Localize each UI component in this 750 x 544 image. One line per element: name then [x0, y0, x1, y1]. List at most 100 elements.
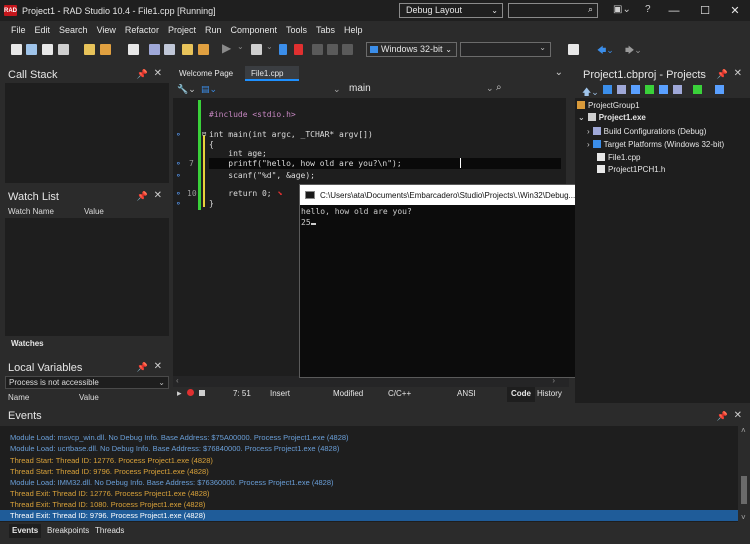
pin-icon[interactable]: 📌 — [717, 411, 728, 422]
call-stack-pane[interactable] — [5, 83, 169, 183]
scroll-down-icon[interactable]: ˅ — [741, 513, 746, 522]
menu-view[interactable]: View — [97, 25, 116, 35]
close-icon[interactable]: ✕ — [154, 190, 162, 201]
watch-value-column[interactable]: Value — [84, 205, 104, 218]
remove-icon[interactable] — [617, 85, 626, 94]
toggle-form-icon[interactable] — [149, 44, 160, 55]
pin-icon[interactable]: 📌 — [137, 191, 148, 202]
build-icon[interactable] — [693, 85, 702, 94]
open-project-icon[interactable] — [84, 44, 95, 55]
chevron-down-icon[interactable]: ⌄ — [486, 83, 494, 94]
pause-icon[interactable] — [279, 44, 287, 55]
view-icon[interactable] — [715, 85, 724, 94]
tab-history[interactable]: History — [537, 389, 562, 398]
menu-file[interactable]: File — [11, 25, 26, 35]
config-dropdown[interactable]: ⌄ — [460, 42, 551, 57]
events-log[interactable]: Module Load: msvcp_win.dll. No Debug Inf… — [0, 426, 738, 522]
events-scroll-thumb[interactable] — [741, 476, 747, 504]
event-line[interactable]: Module Load: ucrtbase.dll. No Debug Info… — [10, 444, 339, 453]
save-all-icon[interactable] — [58, 44, 69, 55]
tree-item-build-configurations[interactable]: › Build Configurations (Debug) — [587, 127, 706, 136]
stop-record-icon[interactable] — [199, 390, 205, 396]
search-icon[interactable]: ⌕ — [496, 82, 502, 93]
tree-item-project1-exe[interactable]: ⌄ Project1.exe — [578, 113, 646, 122]
options-icon[interactable] — [631, 85, 640, 94]
scroll-up-icon[interactable]: ˄ — [741, 426, 746, 435]
menu-run[interactable]: Run — [205, 25, 222, 35]
watch-list-pane[interactable] — [5, 218, 169, 336]
expanded-chevron-icon[interactable]: ⌄ — [578, 113, 585, 122]
tree-item-target-platforms[interactable]: › Target Platforms (Windows 32-bit) — [587, 140, 724, 149]
open-file-icon[interactable] — [26, 44, 37, 55]
menu-project[interactable]: Project — [168, 25, 196, 35]
local-value-column[interactable]: Value — [79, 391, 99, 404]
expand-icon[interactable] — [659, 85, 668, 94]
new-items-icon[interactable] — [100, 44, 111, 55]
run-without-debug-icon[interactable] — [251, 44, 262, 55]
project-tree[interactable]: ProjectGroup1 ⌄ Project1.exe › Build Confi… — [575, 98, 750, 403]
layout-switch-icon[interactable]: ▣⌄ — [613, 4, 631, 15]
help-button[interactable]: ? — [645, 4, 651, 15]
tab-watches[interactable]: Watches — [11, 339, 44, 348]
close-icon[interactable]: ✕ — [154, 361, 162, 372]
back-icon[interactable]: 🡄⌄ — [597, 43, 614, 59]
pin-icon[interactable]: 📌 — [137, 362, 148, 373]
event-line[interactable]: Thread Exit: Thread ID: 12776. Process P… — [10, 489, 210, 498]
event-line[interactable]: Thread Exit: Thread ID: 1080. Process Pr… — [10, 500, 205, 509]
tab-threads[interactable]: Threads — [92, 524, 127, 538]
breakpoint-marker-icon[interactable]: ⚬ — [175, 130, 182, 139]
breakpoint-marker-icon[interactable]: ⚬ — [175, 189, 182, 198]
breakpoint-marker-icon[interactable]: ⚬ — [175, 171, 182, 180]
breakpoint-marker-icon[interactable]: ⚬ — [175, 159, 182, 168]
close-icon[interactable]: ✕ — [154, 68, 162, 79]
menu-tools[interactable]: Tools — [286, 25, 307, 35]
tab-code[interactable]: Code — [507, 387, 535, 402]
function-nav[interactable]: main — [349, 83, 371, 94]
trace-into-icon[interactable] — [327, 44, 338, 55]
close-icon[interactable]: ✕ — [734, 410, 742, 421]
menu-search[interactable]: Search — [59, 25, 88, 35]
breakpoint-marker-icon[interactable]: ⚬ — [175, 199, 182, 208]
menu-help[interactable]: Help — [344, 25, 363, 35]
event-line[interactable]: Module Load: IMM32.dll. No Debug Info. B… — [10, 478, 334, 487]
run-until-return-icon[interactable] — [342, 44, 353, 55]
tab-breakpoints[interactable]: Breakpoints — [44, 524, 92, 538]
pin-icon[interactable]: 📌 — [137, 69, 148, 80]
play-icon[interactable]: ▸ — [177, 388, 182, 399]
menu-refactor[interactable]: Refactor — [125, 25, 159, 35]
close-icon[interactable]: ✕ — [734, 68, 742, 79]
event-line[interactable]: Module Load: msvcp_win.dll. No Debug Inf… — [10, 433, 349, 442]
chevron-down-icon[interactable]: ⌄ — [237, 42, 244, 51]
step-over-icon[interactable] — [312, 44, 323, 55]
deploy-icon[interactable] — [568, 44, 579, 55]
chevron-down-icon[interactable]: ⌄ — [266, 42, 273, 51]
tree-item-projectgroup[interactable]: ProjectGroup1 — [577, 101, 640, 110]
chevron-down-icon[interactable]: ⌄ — [333, 84, 341, 95]
watch-name-column[interactable]: Watch Name — [8, 205, 54, 218]
forward-icon[interactable]: 🡆⌄ — [625, 43, 642, 59]
event-line[interactable]: Thread Start: Thread ID: 12776. Process … — [10, 456, 213, 465]
local-name-column[interactable]: Name — [8, 391, 29, 404]
class-browser-icon[interactable]: 🔧⌄ — [177, 84, 196, 95]
events-scrollbar[interactable]: ˄ ˅ — [738, 426, 750, 522]
scroll-left-icon[interactable]: ‹ — [176, 376, 179, 385]
menu-edit[interactable]: Edit — [35, 25, 51, 35]
fold-icon[interactable]: ⊟ — [202, 130, 206, 138]
menu-component[interactable]: Component — [230, 25, 277, 35]
view-unit-icon[interactable] — [164, 44, 175, 55]
tab-file1-cpp[interactable]: File1.cpp ● — [245, 66, 299, 93]
options-icon[interactable] — [198, 44, 209, 55]
tree-item-pch-header[interactable]: Project1PCH1.h — [597, 165, 665, 174]
tab-list-chevron-icon[interactable]: ⌄ — [555, 67, 563, 78]
add-icon[interactable] — [603, 85, 612, 94]
collapse-icon[interactable] — [673, 85, 682, 94]
tab-events[interactable]: Events — [9, 524, 42, 538]
sync-icon[interactable] — [645, 85, 654, 94]
run-icon[interactable]: ▶ — [222, 41, 231, 55]
process-dropdown[interactable]: Process is not accessible ⌄ — [5, 376, 169, 389]
record-icon[interactable] — [187, 389, 194, 396]
new-file-icon[interactable] — [11, 44, 22, 55]
collapsed-chevron-icon[interactable]: › — [587, 127, 590, 136]
tab-welcome-page[interactable]: Welcome Page — [173, 66, 239, 81]
layout-dropdown[interactable]: Debug Layout ⌄ — [399, 3, 503, 18]
